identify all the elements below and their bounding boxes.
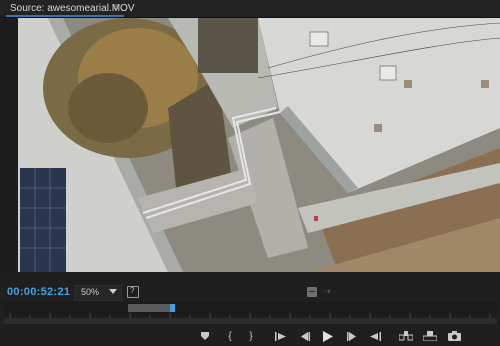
playhead-timecode[interactable]: 00:00:52:21 (7, 286, 70, 298)
step-back-icon[interactable] (296, 327, 314, 345)
go-to-in-icon[interactable] (272, 327, 290, 345)
transport-controls: { } (0, 327, 500, 345)
source-video-frame (18, 18, 500, 272)
drag-video-only-button[interactable] (307, 287, 317, 297)
step-forward-icon[interactable] (343, 327, 361, 345)
settings-label: ? (130, 286, 135, 295)
mark-out-icon[interactable]: } (242, 327, 260, 345)
drag-audio-only-icon[interactable]: ⇢ (323, 286, 331, 297)
zoom-navigator-bar[interactable] (3, 318, 497, 324)
chevron-down-icon (109, 289, 117, 294)
insert-icon[interactable] (397, 327, 415, 345)
panel-menu-icon[interactable]: ≡ (113, 2, 119, 13)
playback-settings-button[interactable]: ? (127, 286, 139, 298)
play-icon[interactable] (319, 327, 337, 345)
go-to-out-icon[interactable] (366, 327, 384, 345)
active-tab-indicator (6, 15, 124, 17)
add-marker-icon[interactable] (196, 327, 214, 345)
in-out-range-bar[interactable] (128, 304, 174, 312)
aerial-rooftop-image (18, 18, 500, 272)
mark-in-icon[interactable]: { (221, 327, 239, 345)
overwrite-icon[interactable] (421, 327, 439, 345)
export-frame-icon[interactable] (445, 327, 463, 345)
zoom-level-value: 50% (81, 287, 100, 297)
zoom-level-select[interactable]: 50% (74, 285, 122, 301)
source-panel-header: Source: awesomearial.MOV ≡ (0, 0, 500, 18)
playhead-marker[interactable] (170, 304, 175, 312)
